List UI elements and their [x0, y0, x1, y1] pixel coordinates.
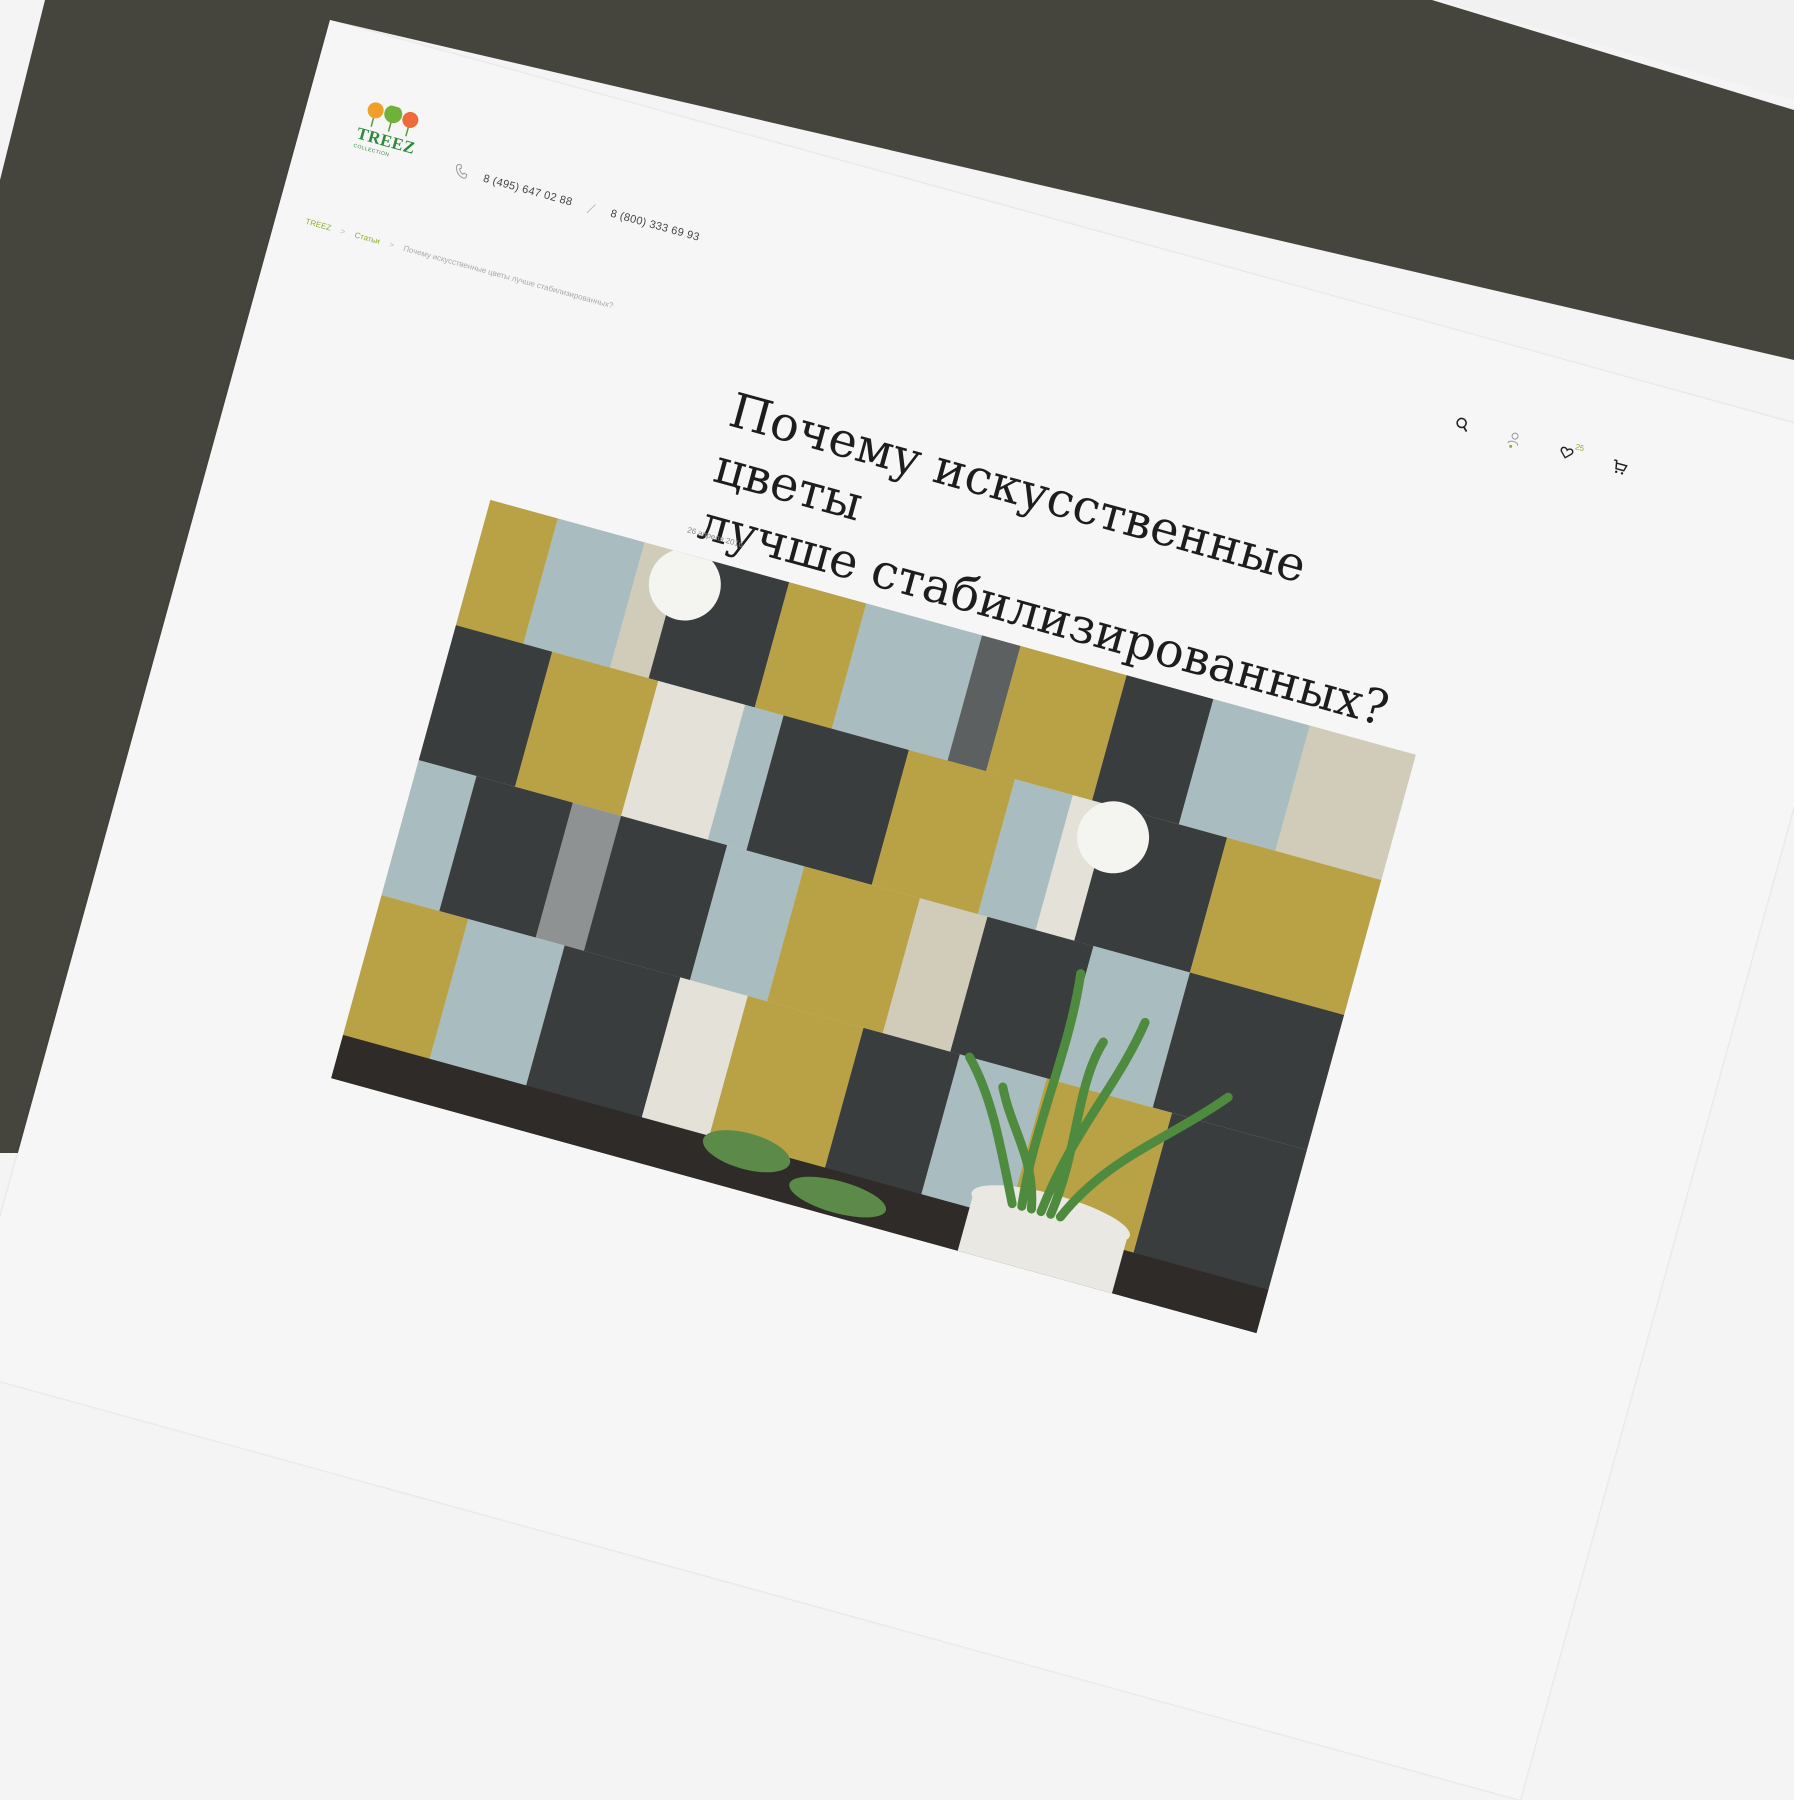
breadcrumb-current: Почему искусственные цветы лучше стабили…: [402, 243, 615, 311]
user-status-dot: [1508, 444, 1513, 449]
breadcrumb-separator: >: [339, 226, 347, 237]
phone-icon: [452, 163, 472, 183]
user-icon[interactable]: [1505, 430, 1523, 450]
phone-2-link[interactable]: 8 (800) 333 69 93: [609, 208, 701, 244]
treez-logo[interactable]: TREEZ COLLECTION: [346, 97, 432, 176]
phone-separator: [586, 203, 596, 213]
favorites-count: 25: [1574, 442, 1586, 454]
breadcrumb-separator: >: [388, 239, 396, 250]
breadcrumb-home[interactable]: TREEZ: [304, 217, 332, 233]
phone-1-link[interactable]: 8 (495) 647 02 88: [482, 173, 574, 209]
header-icons: 25: [1453, 416, 1629, 480]
breadcrumb-articles[interactable]: Статьи: [354, 230, 381, 246]
header-phones: 8 (495) 647 02 88 8 (800) 333 69 93: [452, 163, 701, 246]
breadcrumb: TREEZ > Статьи > Почему искусственные цв…: [304, 217, 614, 310]
cart-icon[interactable]: [1609, 459, 1629, 480]
search-icon[interactable]: [1453, 416, 1471, 436]
heart-icon[interactable]: 25: [1557, 442, 1585, 464]
